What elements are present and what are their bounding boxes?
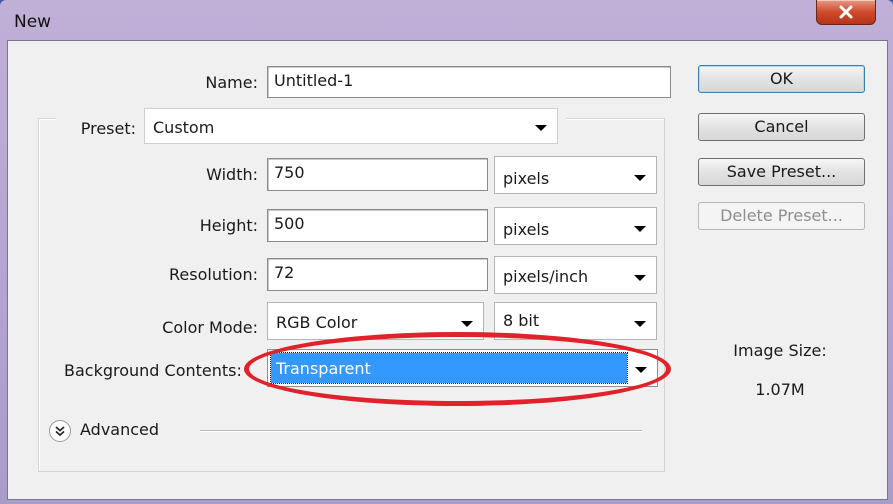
image-size-value: 1.07M: [755, 380, 805, 399]
width-unit-value: pixels: [503, 169, 550, 188]
preset-dropdown[interactable]: Custom: [144, 108, 558, 144]
close-icon: [839, 5, 853, 19]
width-label: Width:: [206, 165, 258, 184]
chevron-down-icon: [461, 321, 473, 327]
bit-depth-value: 8 bit: [503, 311, 540, 330]
ok-button[interactable]: OK: [698, 65, 865, 93]
save-preset-button[interactable]: Save Preset...: [698, 158, 865, 186]
delete-preset-button: Delete Preset...: [698, 202, 865, 230]
width-input[interactable]: 750: [267, 158, 488, 191]
advanced-toggle[interactable]: [48, 419, 72, 443]
resolution-label: Resolution:: [169, 265, 258, 284]
color-mode-label: Color Mode:: [162, 318, 258, 337]
height-input[interactable]: 500: [267, 209, 488, 242]
chevron-down-icon: [535, 125, 547, 131]
height-input-value: 500: [274, 214, 305, 233]
double-chevron-down-icon: [49, 420, 71, 442]
cancel-button[interactable]: Cancel: [698, 113, 865, 141]
title-bar[interactable]: New: [0, 0, 893, 40]
color-mode-value: RGB Color: [276, 313, 358, 332]
name-input[interactable]: Untitled-1: [267, 66, 671, 98]
height-unit-dropdown[interactable]: pixels: [494, 207, 657, 245]
height-unit-value: pixels: [503, 220, 550, 239]
close-button[interactable]: [816, 0, 876, 25]
image-size-label: Image Size:: [733, 341, 827, 360]
chevron-down-icon: [634, 226, 646, 232]
height-label: Height:: [199, 216, 258, 235]
name-label: Name:: [205, 73, 258, 92]
annotation-circle: [244, 332, 671, 406]
resolution-input[interactable]: 72: [267, 258, 488, 291]
resolution-unit-value: pixels/inch: [503, 267, 589, 286]
advanced-separator: [200, 430, 642, 432]
chevron-down-icon: [634, 275, 646, 281]
advanced-label[interactable]: Advanced: [80, 420, 159, 439]
preset-label: Preset:: [80, 119, 136, 138]
resolution-input-value: 72: [274, 263, 295, 282]
width-input-value: 750: [274, 163, 305, 182]
chevron-down-icon: [634, 321, 646, 327]
chevron-down-icon: [634, 175, 646, 181]
name-input-value: Untitled-1: [274, 71, 354, 90]
resolution-unit-dropdown[interactable]: pixels/inch: [494, 256, 657, 294]
background-contents-label: Background Contents:: [64, 361, 242, 380]
width-unit-dropdown[interactable]: pixels: [494, 156, 657, 194]
preset-value: Custom: [153, 118, 215, 137]
window-title: New: [14, 12, 52, 32]
